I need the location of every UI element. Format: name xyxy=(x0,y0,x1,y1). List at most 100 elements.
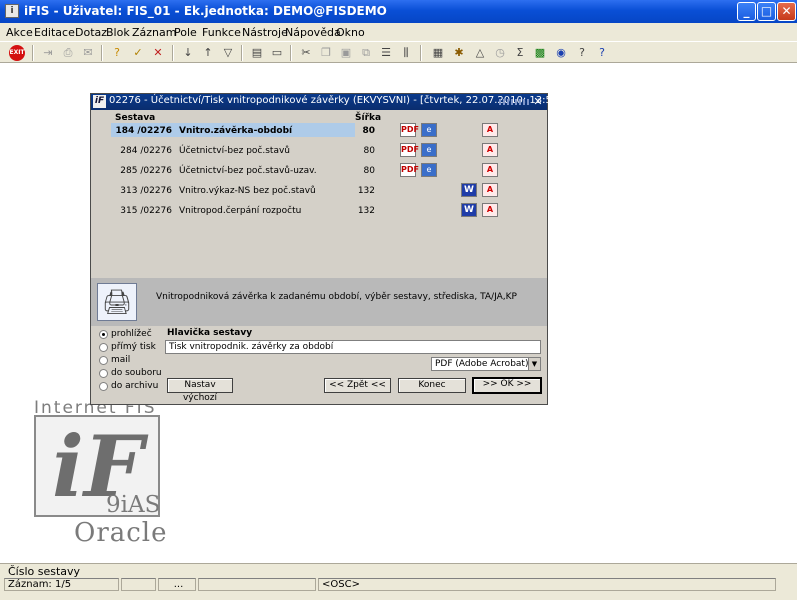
web-output-icon[interactable]: e xyxy=(421,143,437,157)
report-row[interactable]: 285 /02276 Účetnictví-bez poč.stavů-uzav… xyxy=(91,163,547,179)
radio-dot xyxy=(99,369,108,378)
warning-icon[interactable]: △ xyxy=(472,45,488,61)
paste-icon[interactable]: ▣ xyxy=(338,45,354,61)
mail-icon[interactable]: ✉ xyxy=(80,45,96,61)
pdf-output-icon[interactable]: PDF xyxy=(400,123,419,137)
close-window-button[interactable]: ✕ xyxy=(777,2,796,21)
excel-icon[interactable]: ▩ xyxy=(532,45,548,61)
radio-dot xyxy=(99,382,108,391)
report-width: 132 xyxy=(357,206,375,216)
menu-okno[interactable]: Okno xyxy=(336,26,365,39)
report-width: 80 xyxy=(363,166,375,176)
report-name: Vnitropod.čerpání rozpočtu xyxy=(179,206,302,216)
exit-icon[interactable]: EXIT xyxy=(9,45,25,61)
word-output-icon[interactable]: W xyxy=(461,183,477,197)
report-number: 184 /02276 xyxy=(115,126,172,136)
ok-button[interactable]: >> OK >> xyxy=(472,377,542,394)
menu-editace[interactable]: Editace xyxy=(34,26,75,39)
sum-icon[interactable]: Σ xyxy=(512,45,528,61)
calculator-icon[interactable]: ▦ xyxy=(430,45,446,61)
insert-record-icon[interactable]: ▤ xyxy=(249,45,265,61)
window-title: iFIS - Uživatel: FIS_01 - Ek.jednotka: D… xyxy=(24,4,387,18)
acrobat-output-icon[interactable]: A xyxy=(482,203,498,217)
dialog-app-icon: iF xyxy=(93,95,106,108)
dialog-grip xyxy=(499,99,529,105)
radio-dot xyxy=(99,356,108,365)
report-name: Účetnictví-bez poč.stavů xyxy=(179,146,290,156)
clock-icon[interactable]: ◷ xyxy=(492,45,508,61)
execute-query-icon[interactable]: ✓ xyxy=(130,45,146,61)
sort-desc-icon[interactable]: ↑ xyxy=(200,45,216,61)
tools-icon[interactable]: ✱ xyxy=(451,45,467,61)
mode-indicator: <OSC> xyxy=(318,578,776,591)
radio-label: mail xyxy=(111,355,131,365)
set-defaults-button[interactable]: Nastav výchozí xyxy=(167,378,233,403)
report-row[interactable]: 313 /02276 Vnitro.výkaz-NS bez poč.stavů… xyxy=(91,183,547,199)
menu-bar: Akce Editace Dotaz Blok Záznam Pole Funk… xyxy=(0,23,797,41)
toolbar-separator xyxy=(32,45,34,61)
menu-blok[interactable]: Blok xyxy=(106,26,130,39)
toolbar-separator xyxy=(241,45,243,61)
info-bar: 🖨 Vnitropodniková závěrka k zadanému obd… xyxy=(91,278,547,326)
word-output-icon[interactable]: W xyxy=(461,203,477,217)
logo-9ias: 9iAS xyxy=(106,492,161,518)
output-format-select[interactable]: PDF (Adobe Acrobat) ▼ xyxy=(431,357,541,371)
toolbar-separator xyxy=(420,45,422,61)
report-width: 80 xyxy=(363,146,375,156)
cancel-query-icon[interactable]: ✕ xyxy=(150,45,166,61)
radio-dot xyxy=(99,343,108,352)
acrobat-output-icon[interactable]: A xyxy=(482,143,498,157)
message-bar: Číslo sestavy xyxy=(0,563,797,578)
menu-pole[interactable]: Pole xyxy=(174,26,197,39)
acrobat-output-icon[interactable]: A xyxy=(482,183,498,197)
toolbar-separator xyxy=(290,45,292,61)
output-format-value: PDF (Adobe Acrobat) xyxy=(435,359,529,369)
status-bar: Záznam: 1/5 ... <OSC> xyxy=(0,578,797,600)
report-row[interactable]: 315 /02276 Vnitropod.čerpání rozpočtu 13… xyxy=(91,203,547,219)
acrobat-output-icon[interactable]: A xyxy=(482,123,498,137)
status-message: Číslo sestavy xyxy=(8,565,81,578)
menu-napoveda[interactable]: Nápověda xyxy=(285,26,341,39)
filter-icon[interactable]: ▽ xyxy=(220,45,236,61)
web-output-icon[interactable]: e xyxy=(421,123,437,137)
acrobat-output-icon[interactable]: A xyxy=(482,163,498,177)
radio-label: do souboru xyxy=(111,368,162,378)
list-icon[interactable]: ☰ xyxy=(378,45,394,61)
menu-funkce[interactable]: Funkce xyxy=(202,26,241,39)
pdf-output-icon[interactable]: PDF xyxy=(400,163,419,177)
status-box-list: ... xyxy=(158,578,196,591)
report-header-input[interactable]: Tisk vnitropodnik. závěrky za období xyxy=(165,340,541,354)
columns-icon[interactable]: ⫼ xyxy=(398,45,414,61)
end-button[interactable]: Konec xyxy=(398,378,466,393)
menu-zaznam[interactable]: Záznam xyxy=(132,26,176,39)
print-icon[interactable]: ⎙ xyxy=(60,45,76,61)
menu-akce[interactable]: Akce xyxy=(6,26,33,39)
help-icon[interactable]: ? xyxy=(574,45,590,61)
report-number: 313 /02276 xyxy=(120,186,172,196)
enter-query-icon[interactable]: ? xyxy=(109,45,125,61)
report-list: Sestava Šířka 184 /02276 Vnitro.závěrka-… xyxy=(91,110,547,278)
cut-icon[interactable]: ✂ xyxy=(298,45,314,61)
window-app-icon[interactable]: i xyxy=(5,4,19,18)
sort-asc-icon[interactable]: ↓ xyxy=(180,45,196,61)
report-row[interactable]: 184 /02276 Vnitro.závěrka-období 80 PDF … xyxy=(91,123,547,139)
report-width: 80 xyxy=(362,126,375,136)
window-title-bar: i iFIS - Uživatel: FIS_01 - Ek.jednotka:… xyxy=(0,0,797,23)
menu-nastroje[interactable]: Nástroje xyxy=(242,26,288,39)
delete-record-icon[interactable]: ▭ xyxy=(269,45,285,61)
maximize-button[interactable]: □ xyxy=(757,2,776,21)
menu-dotaz[interactable]: Dotaz xyxy=(75,26,107,39)
report-row[interactable]: 284 /02276 Účetnictví-bez poč.stavů 80 P… xyxy=(91,143,547,159)
web-output-icon[interactable]: e xyxy=(421,163,437,177)
pdf-output-icon[interactable]: PDF xyxy=(400,143,419,157)
report-name: Vnitro.závěrka-období xyxy=(179,126,293,136)
minimize-button[interactable]: _ xyxy=(737,2,756,21)
export-icon[interactable]: ◉ xyxy=(553,45,569,61)
save-icon[interactable]: ⇥ xyxy=(40,45,56,61)
dialog-close-button[interactable]: ✕ xyxy=(532,95,544,108)
copy-icon[interactable]: ❐ xyxy=(318,45,334,61)
chevron-down-icon[interactable]: ▼ xyxy=(528,358,540,370)
context-help-icon[interactable]: ? xyxy=(594,45,610,61)
back-button[interactable]: << Zpět << xyxy=(324,378,391,393)
duplicate-icon[interactable]: ⧉ xyxy=(358,45,374,61)
